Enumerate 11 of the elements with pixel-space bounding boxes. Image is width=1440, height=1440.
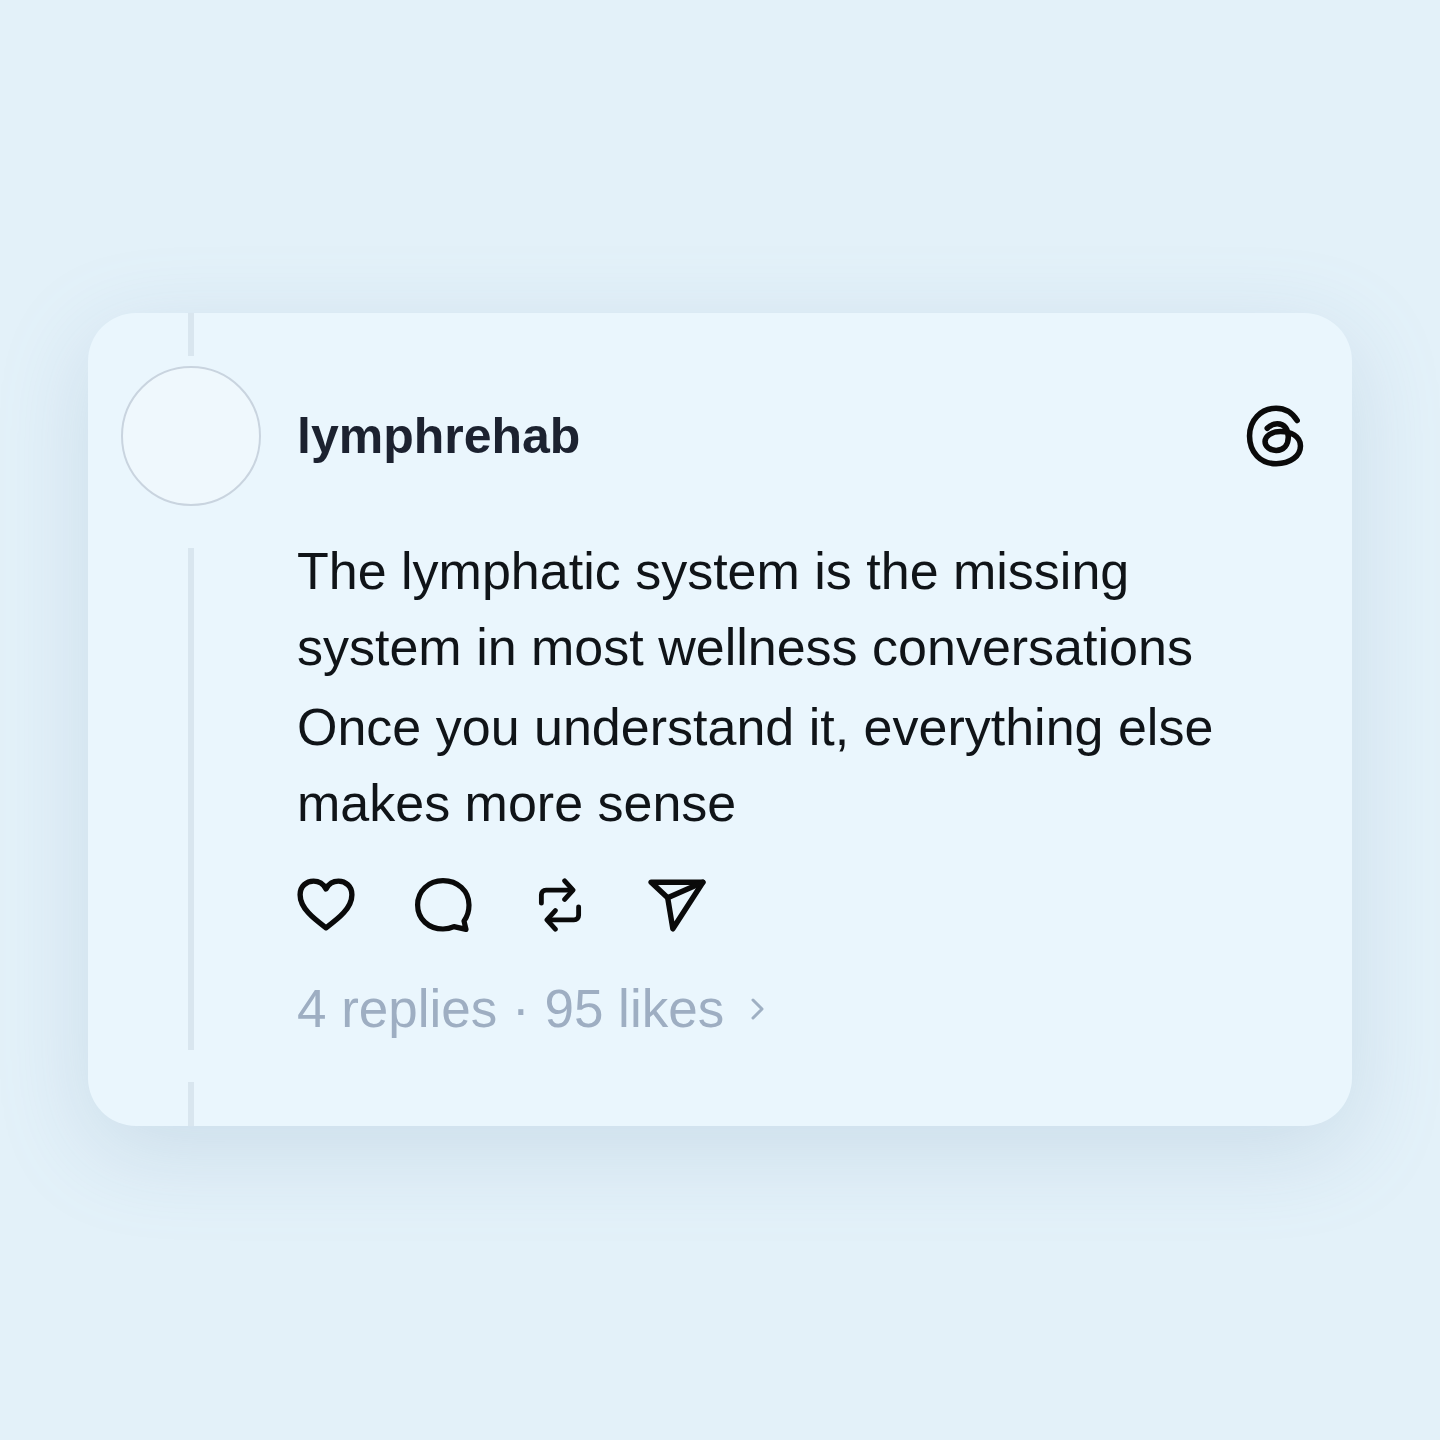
post-text: Once you understand it, everything else makes more sense (297, 697, 1215, 834)
username[interactable]: lymphrehab (297, 407, 581, 465)
chevron-right-icon (750, 996, 766, 1022)
paper-plane-icon (648, 878, 706, 932)
like-button[interactable] (297, 877, 355, 933)
threads-logo-icon[interactable] (1246, 405, 1304, 467)
post-text: The lymphatic system is the missing system in most wellness conversations (297, 541, 1194, 678)
share-button[interactable] (648, 877, 706, 933)
heart-icon (297, 878, 355, 932)
reply-button[interactable] (414, 877, 472, 933)
speech-bubble-icon (414, 878, 472, 932)
